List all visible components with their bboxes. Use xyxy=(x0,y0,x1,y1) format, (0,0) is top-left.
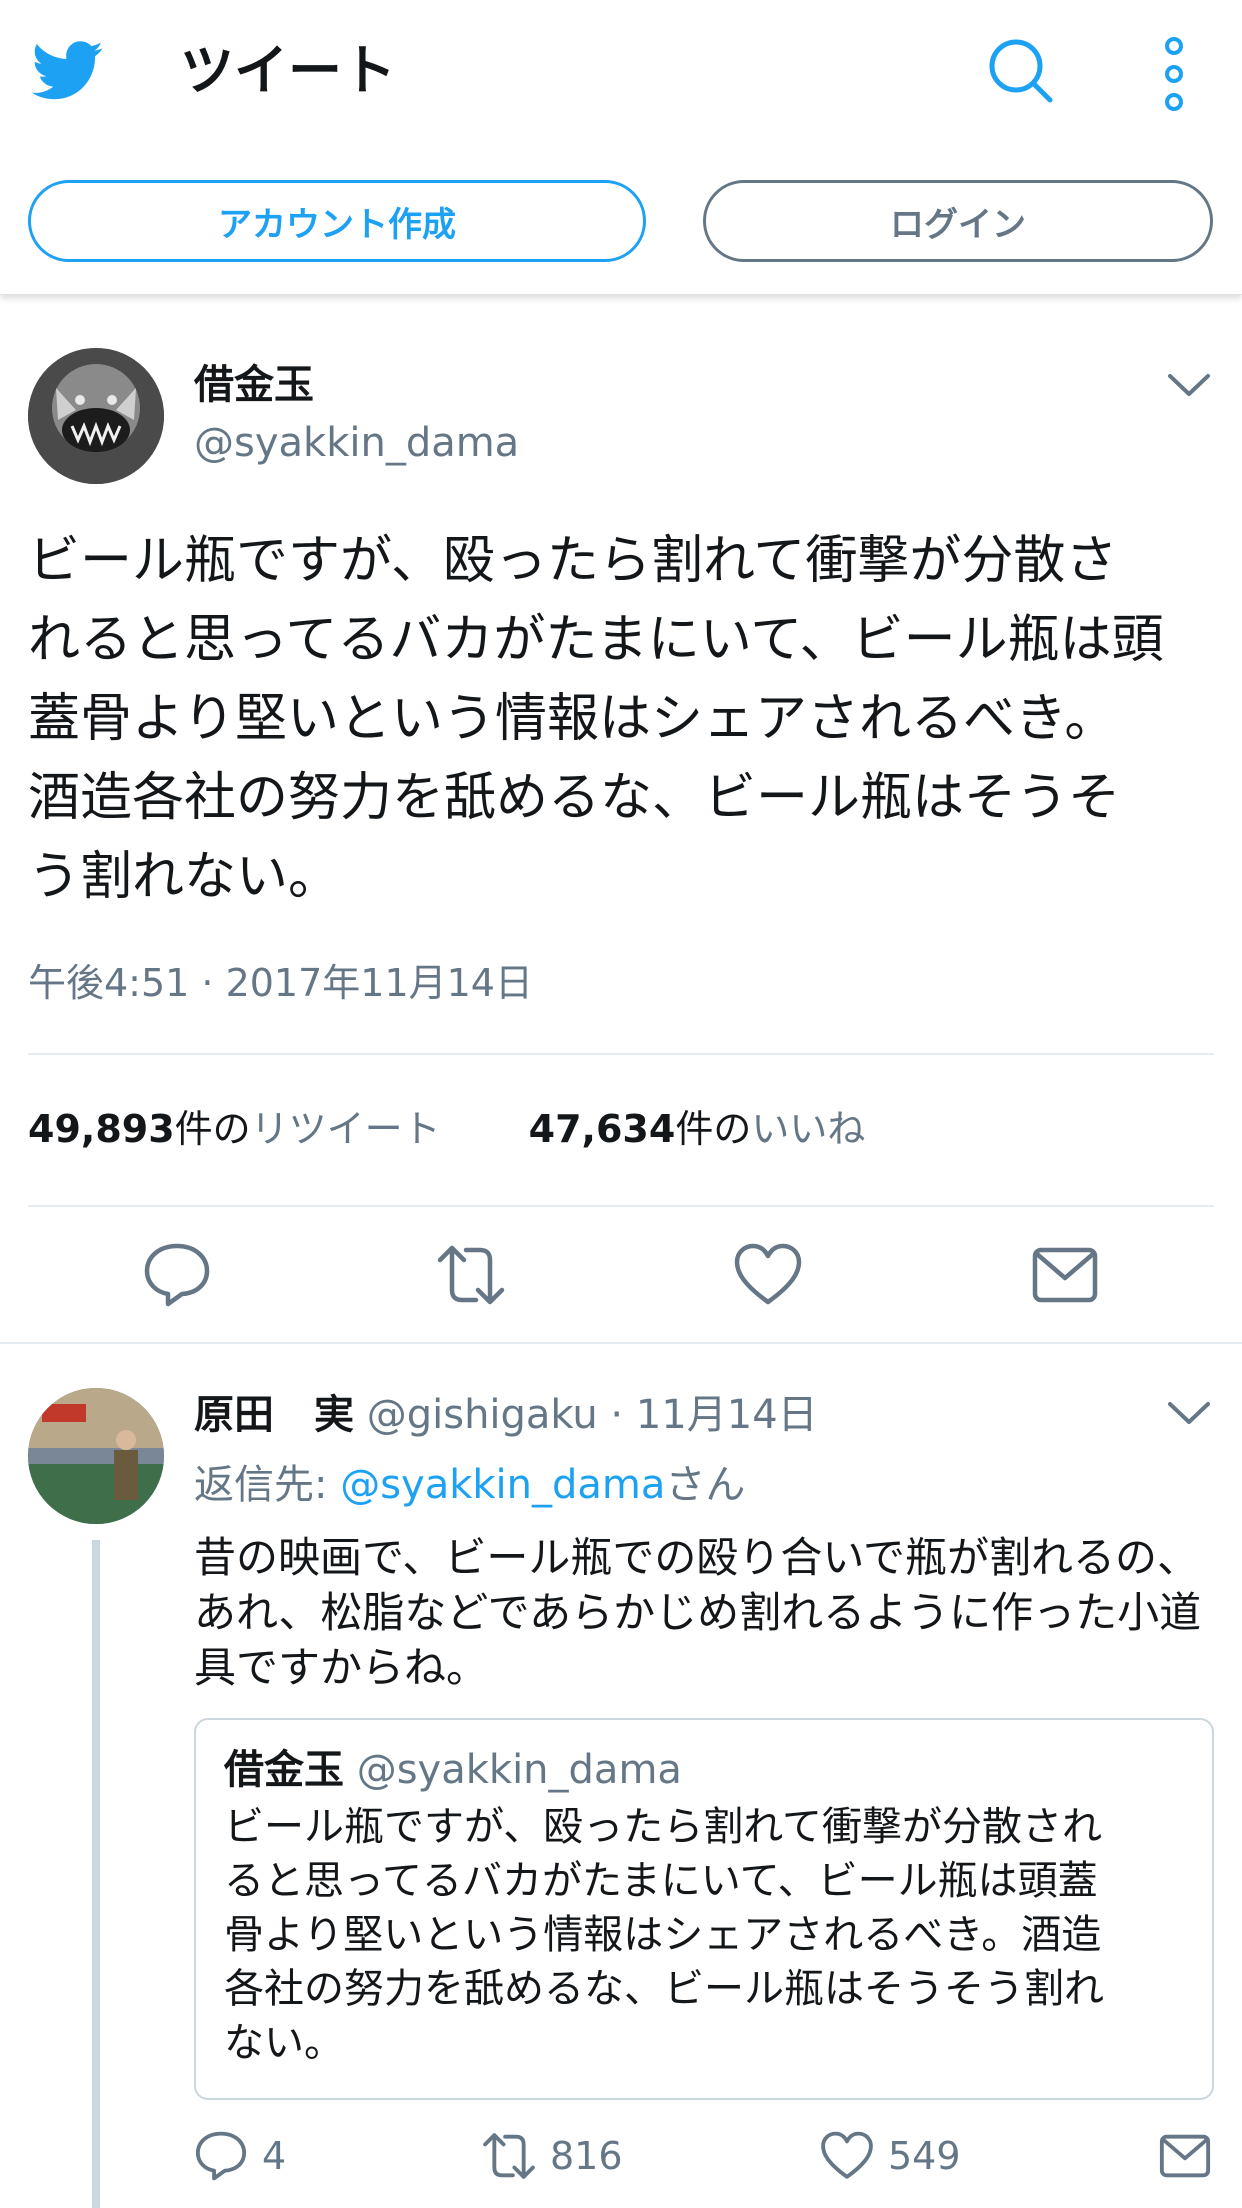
divider xyxy=(28,1205,1214,1207)
quote-header: 借金玉 @syakkin_dama xyxy=(224,1744,682,1796)
quote-author-name: 借金玉 xyxy=(224,1747,344,1793)
tweet-text: ビール瓶ですが、殴ったら割れて衝撃が分散さ れると思ってるバカがたまにいて、ビー… xyxy=(28,531,1164,907)
signup-button[interactable]: アカウント作成 xyxy=(28,180,646,262)
like-icon[interactable] xyxy=(733,1242,803,1308)
avatar-image xyxy=(28,348,164,484)
reply-to-line: 返信先: @syakkin_damaさん xyxy=(194,1458,745,1512)
top-bar: ツイート アカウント作成 ログイン xyxy=(0,0,1242,295)
reply-icon[interactable] xyxy=(142,1242,212,1308)
reply-to-handle[interactable]: @syakkin_dama xyxy=(340,1462,665,1508)
quoted-tweet[interactable]: 借金玉 @syakkin_dama ビール瓶ですが、殴ったら割れて衝撃が分散され… xyxy=(194,1718,1214,2100)
share-icon[interactable] xyxy=(1030,1242,1100,1308)
reply-text: 昔の映画で、ビール瓶での殴り合いで瓶が割れるの、 あれ、松脂などであらかじめ割れ… xyxy=(194,1533,1202,1692)
reply-like-button[interactable]: 549 xyxy=(820,2128,961,2184)
divider xyxy=(28,1053,1214,1055)
quote-author-handle: @syakkin_dama xyxy=(356,1747,682,1793)
tweet-stats: 49,893件のリツイート 47,634件のいいね xyxy=(28,1104,865,1154)
retweet-count: 49,893 xyxy=(28,1107,175,1151)
reply-author-handle[interactable]: @gishigaku xyxy=(367,1392,598,1438)
thread-line xyxy=(92,1540,100,2208)
reply-to-suffix: さん xyxy=(665,1462,746,1508)
quote-text: ビール瓶ですが、殴ったら割れて衝撃が分散され ると思ってるバカがたまにいて、ビー… xyxy=(224,1804,1104,2066)
reply-author-name[interactable]: 原田 実 xyxy=(194,1392,354,1438)
chevron-down-icon[interactable] xyxy=(1166,368,1212,402)
reply-avatar-image xyxy=(28,1388,164,1524)
like-unit: 件の xyxy=(675,1107,752,1151)
more-options-icon[interactable] xyxy=(1156,36,1192,112)
chevron-down-icon[interactable] xyxy=(1166,1396,1212,1430)
like-count: 47,634 xyxy=(528,1107,676,1151)
reply-header: 原田 実 @gishigaku · 11月14日 xyxy=(194,1388,818,1442)
retweet-label: リツイート xyxy=(250,1107,441,1151)
retweet-icon xyxy=(483,2133,535,2179)
search-icon[interactable] xyxy=(986,36,1056,106)
share-icon xyxy=(1159,2134,1211,2178)
like-icon xyxy=(821,2131,873,2179)
twitter-bird-icon[interactable] xyxy=(32,40,104,102)
author-handle[interactable]: @syakkin_dama xyxy=(194,418,519,468)
retweet-stat[interactable]: 49,893件のリツイート xyxy=(28,1104,441,1154)
reply-reply-button[interactable]: 4 xyxy=(194,2128,286,2184)
reply-date[interactable]: · 11月14日 xyxy=(598,1392,817,1438)
reply-retweet-button[interactable]: 816 xyxy=(482,2128,623,2184)
like-label: いいね xyxy=(751,1107,866,1151)
retweet-icon[interactable] xyxy=(436,1242,506,1308)
reply-to-prefix: 返信先: xyxy=(194,1462,341,1508)
reply-like-count: 549 xyxy=(888,2134,961,2178)
reply-share-button[interactable] xyxy=(1158,2128,1226,2184)
reply-avatar[interactable] xyxy=(28,1388,164,1524)
avatar[interactable] xyxy=(28,348,164,484)
page-title: ツイート xyxy=(180,39,396,102)
tweet-timestamp[interactable]: 午後4:51 · 2017年11月14日 xyxy=(28,958,533,1008)
reply-reply-count: 4 xyxy=(262,2134,287,2178)
divider xyxy=(0,1342,1242,1344)
reply-icon xyxy=(195,2131,247,2181)
reply-retweet-count: 816 xyxy=(550,2134,623,2178)
login-button[interactable]: ログイン xyxy=(703,180,1213,262)
author-name[interactable]: 借金玉 xyxy=(194,360,314,410)
like-stat[interactable]: 47,634件のいいね xyxy=(529,1104,866,1154)
retweet-unit: 件の xyxy=(174,1107,251,1151)
